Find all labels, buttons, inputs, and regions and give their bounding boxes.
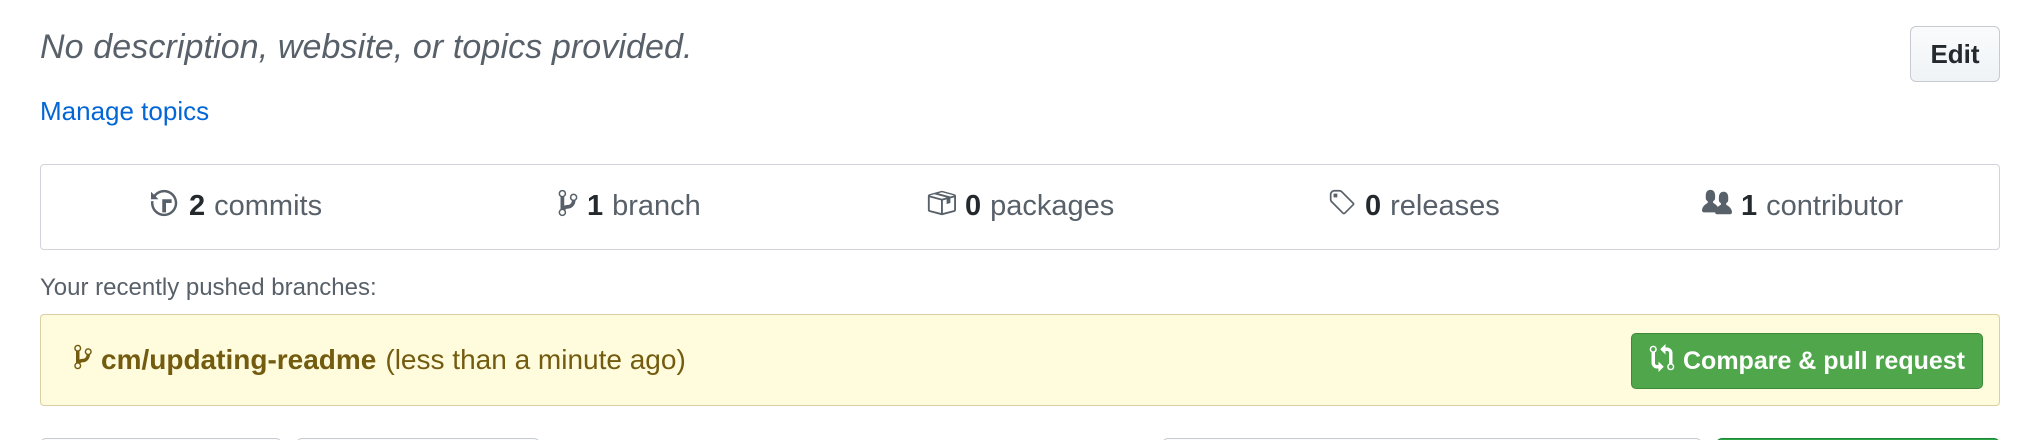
commits-stat[interactable]: 2 commits xyxy=(151,165,322,248)
git-compare-icon xyxy=(1649,343,1683,379)
compare-button-label: Compare & pull request xyxy=(1683,346,1965,375)
git-branch-icon xyxy=(73,343,93,378)
contributors-stat[interactable]: 1 contributor xyxy=(1701,165,1903,248)
packages-stat[interactable]: 0 packages xyxy=(925,165,1114,248)
commits-count: 2 xyxy=(189,190,206,222)
releases-stat[interactable]: 0 releases xyxy=(1327,165,1500,248)
repo-summary: No description, website, or topics provi… xyxy=(0,0,2044,440)
releases-label: releases xyxy=(1390,190,1500,222)
recent-branch-name[interactable]: cm/updating-readme xyxy=(101,344,376,376)
repo-description: No description, website, or topics provi… xyxy=(40,28,693,66)
branch-label: branch xyxy=(612,190,701,222)
manage-topics-link[interactable]: Manage topics xyxy=(40,96,209,127)
package-icon xyxy=(925,188,965,226)
tag-icon xyxy=(1327,188,1365,226)
repo-stats-bar: 2 commits 1 branch 0 packages 0 releases xyxy=(40,164,2000,250)
packages-count: 0 xyxy=(965,190,982,222)
recent-branches-heading: Your recently pushed branches: xyxy=(40,274,377,301)
releases-count: 0 xyxy=(1365,190,1382,222)
edit-button[interactable]: Edit xyxy=(1910,26,2000,82)
branch-count: 1 xyxy=(587,190,604,222)
contributors-count: 1 xyxy=(1741,190,1758,222)
recent-push-banner: cm/updating-readme (less than a minute a… xyxy=(40,314,2000,406)
history-icon xyxy=(151,188,189,226)
compare-pull-request-button[interactable]: Compare & pull request xyxy=(1631,333,1983,389)
contributors-label: contributor xyxy=(1766,190,1904,222)
recent-branch-time: (less than a minute ago) xyxy=(385,344,686,375)
git-branch-icon xyxy=(557,188,587,226)
people-icon xyxy=(1701,188,1741,226)
packages-label: packages xyxy=(990,190,1115,222)
branch-stat[interactable]: 1 branch xyxy=(557,165,701,248)
recent-branch: cm/updating-readme (less than a minute a… xyxy=(73,315,686,405)
commits-label: commits xyxy=(214,190,323,222)
